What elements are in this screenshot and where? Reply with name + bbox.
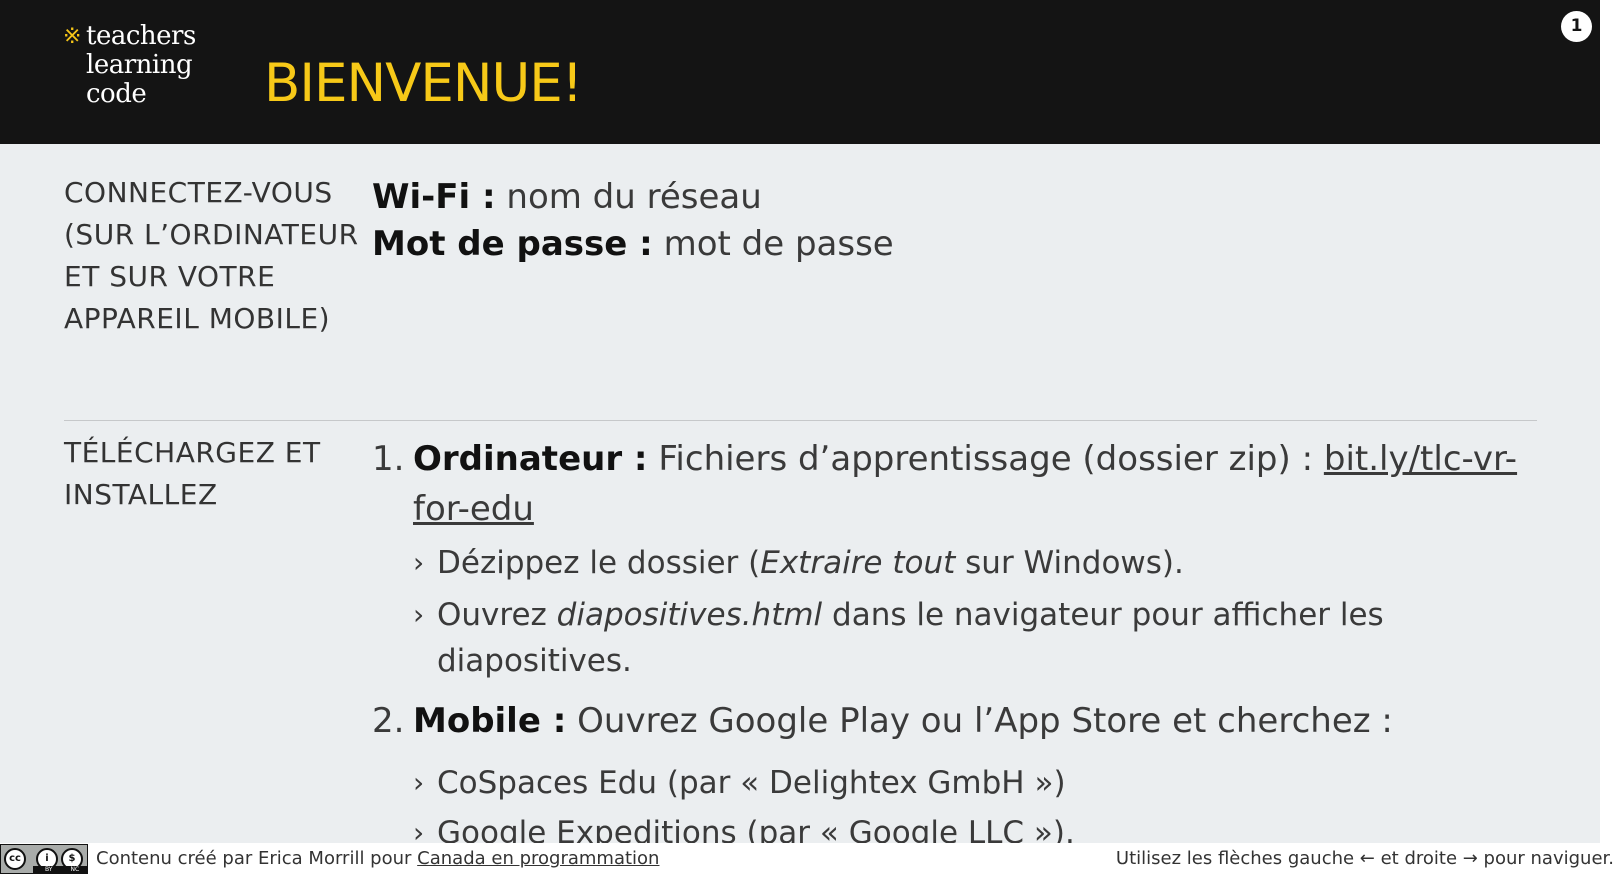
logo-word-2: learning — [86, 50, 193, 80]
step2-subitem-cospaces: › CoSpaces Edu (par « Delightex GmbH ») — [372, 760, 1522, 806]
cc-nc-text: NC — [70, 866, 80, 873]
slide-number-badge: 1 — [1561, 11, 1592, 42]
section-divider — [64, 420, 1537, 421]
open-text-a: Ouvrez — [437, 597, 547, 633]
step-mobile: 2. Mobile : Ouvrez Google Play ou l’App … — [372, 696, 1522, 746]
chevron-right-icon: › — [413, 766, 425, 799]
step2-subitem-expeditions: › Google Expeditions (par « Google LLC »… — [372, 810, 1522, 843]
chevron-right-icon: › — [413, 816, 425, 843]
slide-content: CONNECTEZ-VOUS (SUR L’ORDINATEUR ET SUR … — [0, 144, 1600, 843]
step2-text: Ouvrez Google Play ou l’App Store et che… — [577, 701, 1393, 741]
logo-asterisk-icon: ※ — [63, 24, 81, 49]
credit-line: Contenu créé par Erica Morrill pour Cana… — [96, 848, 659, 869]
step-computer: 1. Ordinateur : Fichiers d’apprentissage… — [372, 434, 1522, 534]
unzip-text-b: sur Windows). — [965, 545, 1184, 581]
wifi-credentials: Wi-Fi : nom du réseau Mot de passe : mot… — [372, 174, 894, 268]
download-section-label: TÉLÉCHARGEZ ET INSTALLEZ — [64, 436, 321, 511]
slide-title: BIENVENUE! — [264, 53, 583, 114]
teachers-learning-code-logo[interactable]: ※ teachers learning code — [63, 22, 196, 109]
unzip-emphasis: Extraire tout — [760, 545, 956, 581]
open-emphasis: diapositives.html — [556, 597, 823, 633]
credit-text: Contenu créé par Erica Morrill pour — [96, 848, 412, 869]
slide-header: ※ teachers learning code BIENVENUE! — [0, 0, 1600, 144]
canada-programmation-link[interactable]: Canada en programmation — [417, 848, 659, 869]
navigation-hint: Utilisez les flèches gauche ← et droite … — [1115, 848, 1614, 869]
password-line: Mot de passe : mot de passe — [372, 221, 894, 268]
chevron-right-icon: › — [413, 546, 425, 579]
cc-license-strip: BY NC — [33, 866, 88, 873]
step1-text: Fichiers d’apprentissage (dossier zip) : — [658, 439, 1314, 479]
step1-subitem-open: › Ouvrez diapositives.html dans le navig… — [372, 592, 1522, 684]
step1-subitem-unzip: › Dézippez le dossier (Extraire tout sur… — [372, 540, 1522, 586]
wifi-key: Wi-Fi : — [372, 177, 496, 217]
expeditions-app-text: Google Expeditions (par « Google LLC »). — [437, 815, 1075, 843]
step2-key: Mobile : — [413, 701, 567, 741]
wifi-value: nom du réseau — [506, 177, 762, 217]
step-number-1: 1. — [372, 439, 405, 479]
scrollbar[interactable] — [1600, 0, 1614, 843]
chevron-right-icon: › — [413, 598, 425, 631]
logo-word-3: code — [86, 79, 147, 109]
cc-icon: cc — [4, 848, 26, 870]
logo-word-1: teachers — [86, 21, 196, 51]
cc-by-text: BY — [45, 866, 53, 873]
password-value: mot de passe — [663, 224, 894, 264]
password-key: Mot de passe : — [372, 224, 653, 264]
install-steps-list: 1. Ordinateur : Fichiers d’apprentissage… — [372, 434, 1522, 843]
step1-key: Ordinateur : — [413, 439, 648, 479]
unzip-text-a: Dézippez le dossier ( — [437, 545, 761, 581]
connect-section-label: CONNECTEZ-VOUS (SUR L’ORDINATEUR ET SUR … — [64, 176, 359, 335]
slide-footer: cc i $ BY NC Contenu créé par Erica Morri… — [0, 843, 1614, 875]
cospaces-app-text: CoSpaces Edu (par « Delightex GmbH ») — [437, 765, 1066, 801]
wifi-line: Wi-Fi : nom du réseau — [372, 174, 894, 221]
step-number-2: 2. — [372, 701, 405, 741]
creative-commons-badge[interactable]: cc i $ BY NC — [0, 844, 88, 874]
